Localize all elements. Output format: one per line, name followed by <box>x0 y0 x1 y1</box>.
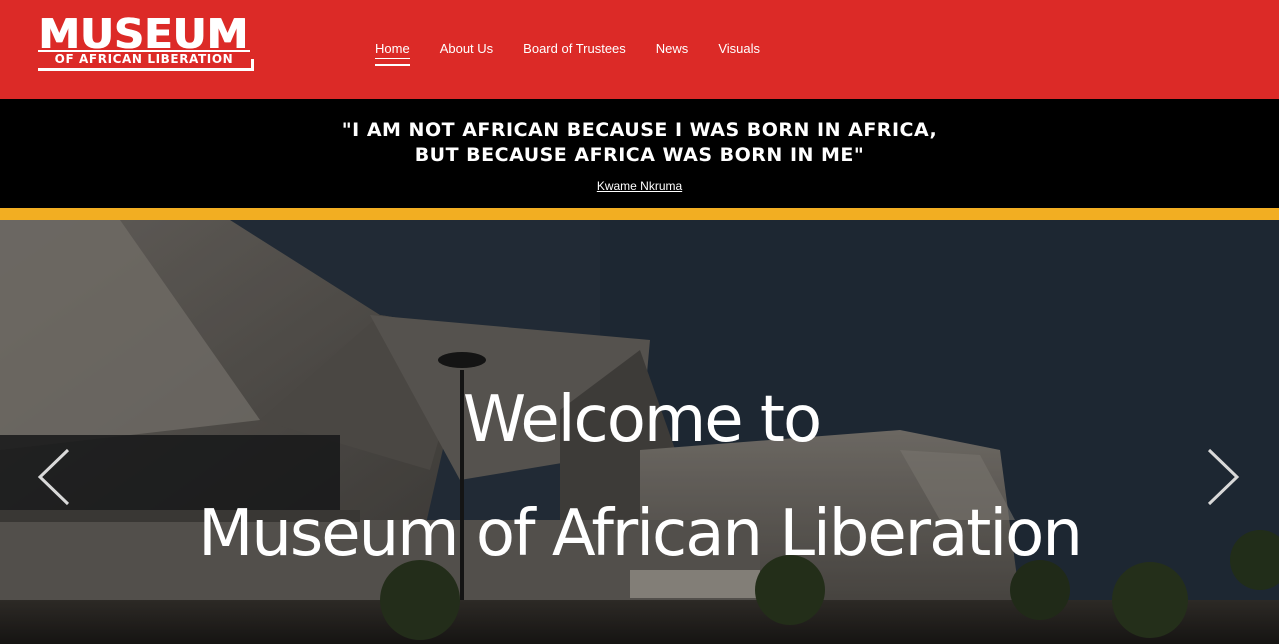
hero-carousel: Welcome to Museum of African Liberation <box>0 220 1279 644</box>
nav-visuals[interactable]: Visuals <box>718 40 760 62</box>
quote-line-2: but because Africa was born in me" <box>414 144 865 166</box>
site-header: MUSEUM OF AFRICAN LIBERATION Home About … <box>0 0 1279 99</box>
hero-museum-name: Museum of African Liberation <box>198 497 1083 571</box>
nav-about-us[interactable]: About Us <box>440 40 493 62</box>
logo-subtitle: OF AFRICAN LIBERATION <box>54 52 234 66</box>
nav-news[interactable]: News <box>656 40 689 62</box>
nav-home[interactable]: Home <box>375 40 410 66</box>
museum-logo[interactable]: MUSEUM OF AFRICAN LIBERATION <box>38 14 256 76</box>
logo-underline <box>38 68 254 71</box>
chevron-left-icon <box>37 448 70 506</box>
nav-board-of-trustees[interactable]: Board of Trustees <box>523 40 626 62</box>
quote-line-1: "I am not African because I was born in … <box>341 119 938 141</box>
gold-divider <box>0 208 1279 220</box>
quote-author-link[interactable]: Kwame Nkruma <box>0 179 1279 193</box>
main-nav: Home About Us Board of Trustees News Vis… <box>375 40 790 66</box>
carousel-prev-button[interactable] <box>32 446 72 508</box>
quote-banner: "I am not African because I was born in … <box>0 99 1279 208</box>
carousel-next-button[interactable] <box>1205 446 1245 508</box>
logo-corner <box>251 59 254 71</box>
logo-title: MUSEUM <box>38 10 248 58</box>
hero-welcome-text: Welcome to <box>462 383 822 457</box>
chevron-right-icon <box>1207 448 1240 506</box>
